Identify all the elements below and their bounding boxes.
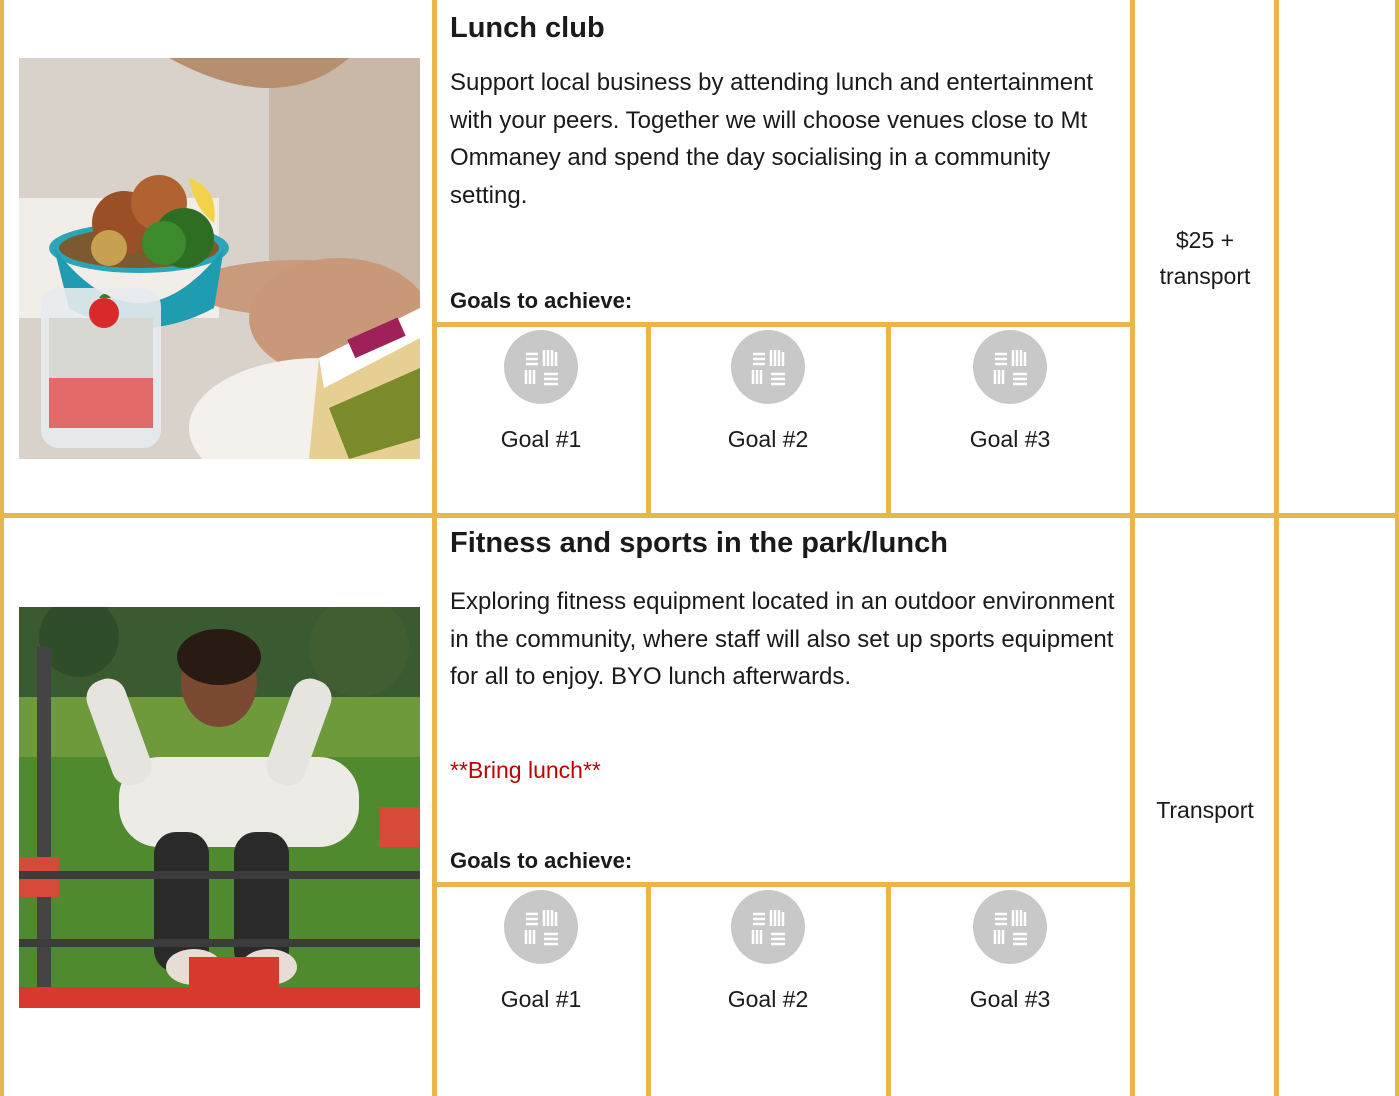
goals-divider-row-1 <box>432 322 1134 327</box>
activity-title: Lunch club <box>450 12 605 44</box>
activity-description: Exploring fitness equipment located in a… <box>450 588 1115 690</box>
goal-label: Goal #2 <box>727 986 809 1012</box>
teamwork-hands-icon <box>504 330 578 404</box>
column-divider-3 <box>1274 0 1279 1096</box>
goal-col-divider-1b <box>886 322 891 517</box>
cost-line: $25 + <box>1175 227 1235 253</box>
activity-title: Fitness and sports in the park/lunch <box>450 527 948 559</box>
cost-line: Transport <box>1156 797 1254 823</box>
goal-label: Goal #3 <box>969 426 1051 452</box>
goal-label: Goal #2 <box>727 426 809 452</box>
row-divider <box>0 513 1399 518</box>
outdoor-fitness-photo <box>19 607 420 1008</box>
goal-label: Goal #3 <box>969 986 1051 1012</box>
table-border-right <box>1395 0 1399 1096</box>
teamwork-hands-icon <box>731 890 805 964</box>
table-border-left <box>0 0 4 1096</box>
goal-col-divider-2a <box>646 882 651 1096</box>
goal-label: Goal #1 <box>500 426 582 452</box>
goals-divider-row-2 <box>432 882 1134 887</box>
teamwork-hands-icon <box>973 890 1047 964</box>
bring-lunch-note: **Bring lunch** <box>450 757 601 783</box>
activity-cost: Transport <box>1135 792 1275 828</box>
activity-cost: $25 + transport <box>1135 222 1275 294</box>
goal-label: Goal #1 <box>500 986 582 1012</box>
food-bowl-photo <box>19 58 420 459</box>
cost-line: transport <box>1159 263 1251 289</box>
teamwork-hands-icon <box>731 330 805 404</box>
goal-col-divider-2b <box>886 882 891 1096</box>
teamwork-hands-icon <box>504 890 578 964</box>
activity-description: Support local business by attending lunc… <box>450 69 1094 209</box>
goals-heading: Goals to achieve: <box>450 848 633 873</box>
goals-heading: Goals to achieve: <box>450 288 633 313</box>
column-divider-2 <box>1130 0 1135 1096</box>
column-divider-1 <box>432 0 437 1096</box>
teamwork-hands-icon <box>973 330 1047 404</box>
goal-col-divider-1a <box>646 322 651 517</box>
